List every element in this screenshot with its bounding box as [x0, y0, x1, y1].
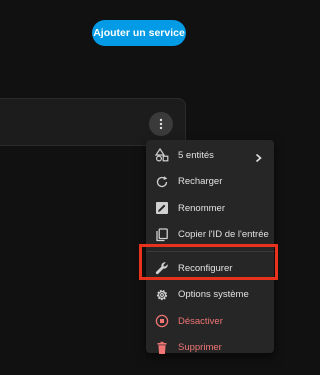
menu-item-label: Recharger — [178, 176, 223, 188]
wrench-icon — [155, 261, 169, 275]
menu-item-copy-id[interactable]: Copier l'ID de l'entrée — [146, 222, 274, 249]
menu-item-reload[interactable]: Recharger — [146, 169, 274, 196]
menu-item-system-options[interactable]: Options système — [146, 282, 274, 309]
gear-icon — [155, 288, 169, 302]
menu-item-label: Désactiver — [178, 315, 223, 327]
shapes-icon — [155, 148, 169, 162]
overflow-menu: 5 entités Recharger Renommer Copier l'ID… — [146, 140, 274, 354]
menu-item-label: 5 entités — [178, 149, 214, 161]
stop-circle-icon — [155, 314, 169, 328]
menu-item-disable[interactable]: Désactiver — [146, 308, 274, 335]
add-service-button[interactable]: Ajouter un service — [92, 20, 186, 46]
menu-item-reconfigure[interactable]: Reconfigurer — [146, 255, 274, 282]
menu-divider — [146, 251, 274, 252]
menu-item-rename[interactable]: Renommer — [146, 195, 274, 222]
menu-item-label: Supprimer — [178, 342, 222, 354]
menu-item-label: Renommer — [178, 202, 225, 214]
rename-icon — [155, 201, 169, 215]
trash-icon — [155, 341, 169, 355]
reload-icon — [155, 175, 169, 189]
menu-item-label: Reconfigurer — [178, 262, 233, 274]
menu-item-delete[interactable]: Supprimer — [146, 335, 274, 362]
menu-item-label: Options système — [178, 289, 249, 301]
menu-item-label: Copier l'ID de l'entrée — [178, 229, 269, 241]
overflow-menu-button[interactable] — [149, 112, 173, 136]
more-vertical-icon — [159, 118, 163, 130]
menu-item-entities[interactable]: 5 entités — [146, 142, 274, 169]
copy-icon — [155, 228, 169, 242]
chevron-right-icon — [255, 150, 262, 168]
